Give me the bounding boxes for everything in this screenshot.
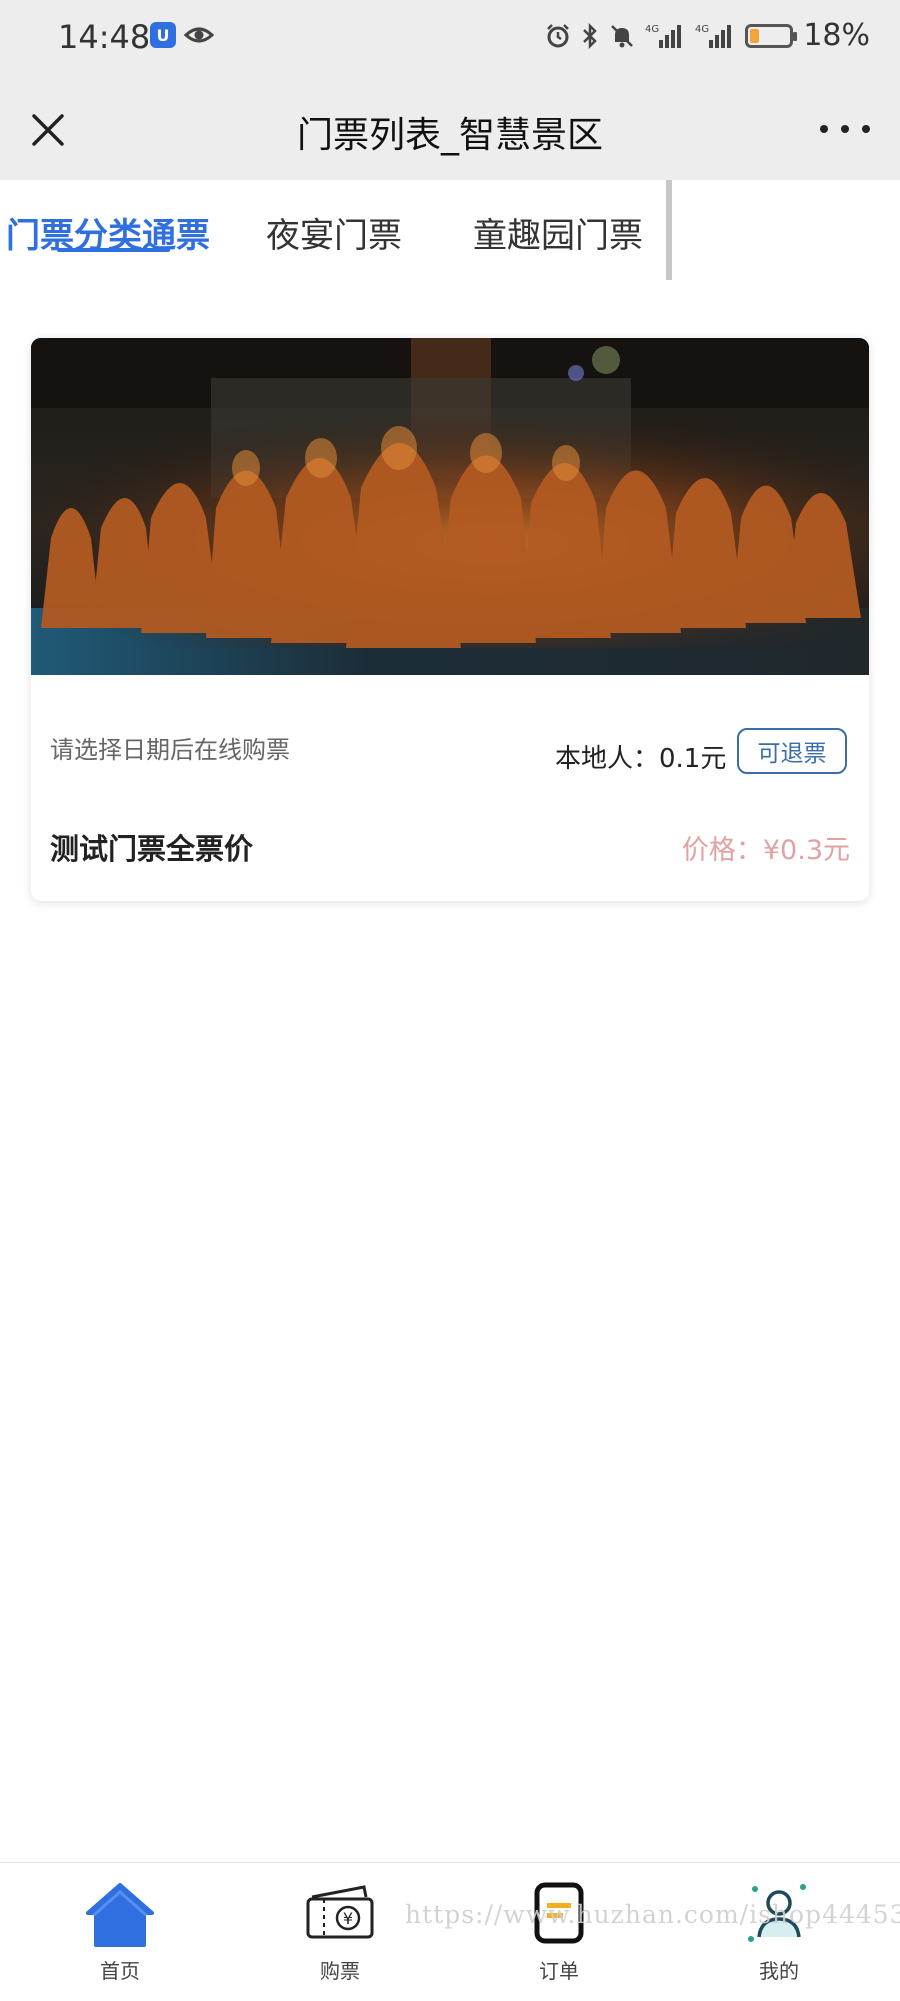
watermark-text: https://www.huzhan.com/ishop44453 (405, 1900, 900, 1929)
status-right-icons: 4G 4G 18% (545, 18, 870, 53)
scenic-photo (31, 338, 869, 675)
nav-tickets-label: 购票 (320, 1959, 360, 1983)
tab-night-banquet[interactable]: 夜宴门票 (266, 208, 402, 257)
nav-home-label: 首页 (100, 1959, 140, 1983)
bottom-nav: 首页 ¥ 购票 订单 我的 (0, 1862, 900, 2001)
ticket-icon: ¥ (306, 1885, 374, 1939)
nav-profile[interactable]: 我的 (709, 1879, 849, 1984)
app-badge-icon: U (150, 22, 176, 48)
refundable-badge: 可退票 (737, 728, 847, 774)
ticket-name: 测试门票全票价 (50, 832, 254, 866)
alarm-icon (547, 23, 570, 47)
nav-home[interactable]: 首页 (50, 1879, 190, 1984)
status-bar: 14:48 U 4G 4G 18% (0, 0, 900, 80)
svg-text:¥: ¥ (343, 1909, 353, 1928)
purchase-hint: 请选择日期后在线购票 (50, 736, 290, 764)
home-icon (86, 1883, 154, 1947)
ticket-category-tabs: 门票分类通票 夜宴门票 童趣园门票 (0, 180, 900, 280)
svg-text:4G: 4G (695, 24, 709, 35)
battery-percent: 18% (803, 18, 870, 53)
battery-icon (745, 23, 798, 48)
title-bar: 门票列表_智慧景区 (0, 80, 900, 180)
tab-kids-park[interactable]: 童趣园门票 (473, 208, 643, 257)
tabs-scrollbar[interactable] (666, 180, 672, 280)
ticket-price: 价格：¥0.3元 (681, 835, 850, 866)
active-tab-indicator (57, 248, 170, 252)
eye-icon (184, 27, 214, 43)
local-price: 本地人：0.1元 (555, 744, 727, 774)
nav-orders-label: 订单 (539, 1959, 579, 1983)
signal-4g-icon: 4G (645, 24, 682, 48)
signal-4g-icon: 4G (695, 24, 732, 48)
svg-text:4G: 4G (645, 24, 659, 35)
status-time: 14:48 (58, 18, 151, 56)
page-title: 门票列表_智慧景区 (296, 115, 603, 156)
mute-icon (611, 24, 634, 47)
more-icon[interactable] (820, 114, 870, 144)
status-left-icons: U (150, 22, 214, 48)
nav-orders[interactable]: 订单 (489, 1879, 629, 1984)
nav-tickets[interactable]: ¥ 购票 (270, 1879, 410, 1984)
nav-profile-label: 我的 (759, 1959, 799, 1983)
ticket-card[interactable]: 请选择日期后在线购票 本地人：0.1元 可退票 测试门票全票价 价格：¥0.3元 (31, 338, 869, 901)
bluetooth-icon (583, 22, 598, 49)
